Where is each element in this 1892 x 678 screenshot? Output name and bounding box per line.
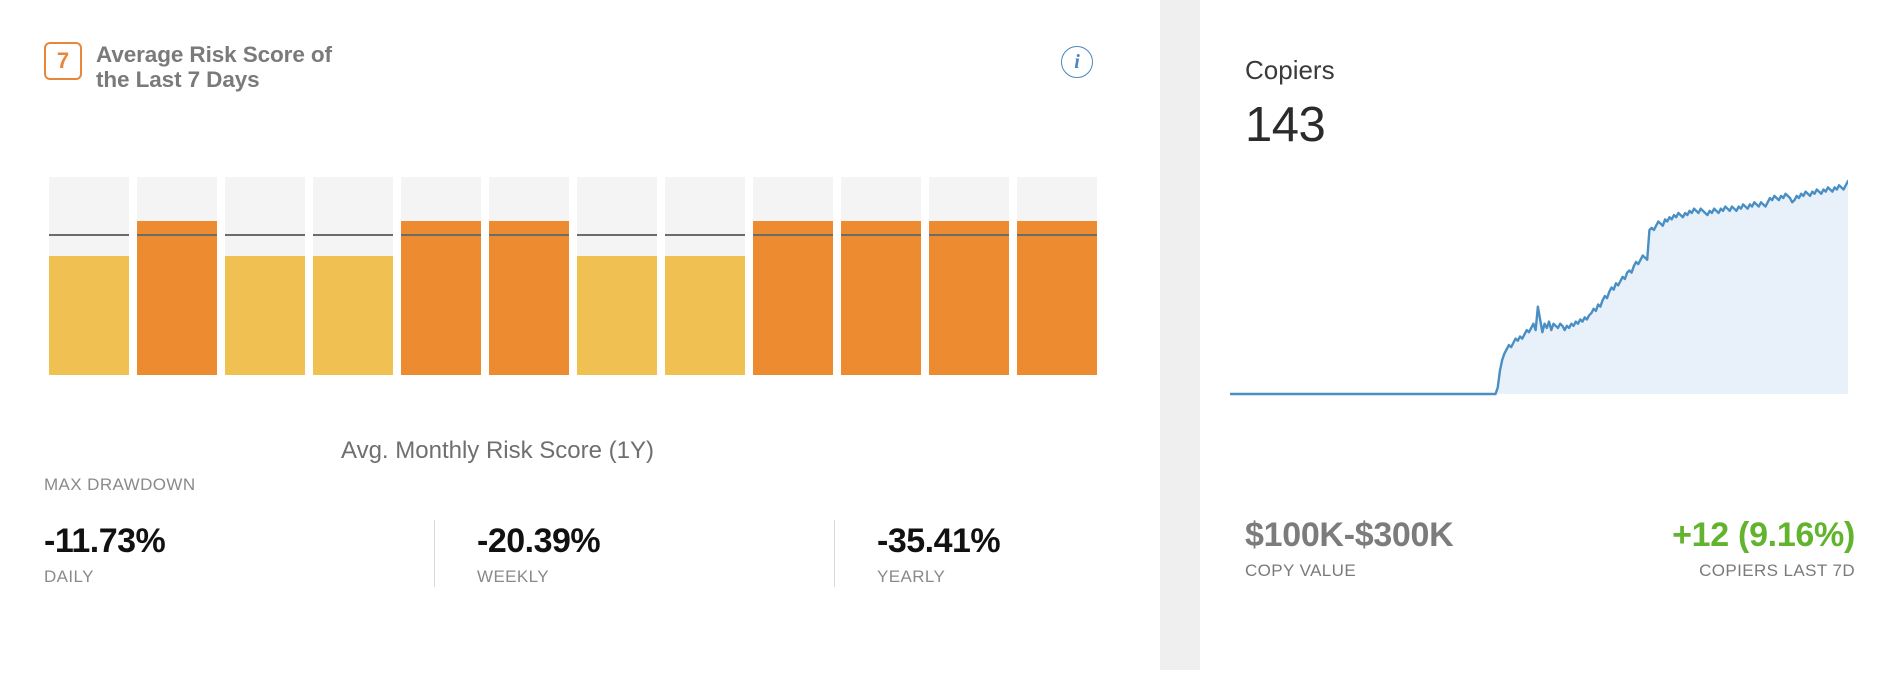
bar-threshold-line — [577, 234, 657, 237]
sparkline-svg — [1230, 179, 1848, 396]
bar-threshold-line — [137, 234, 217, 237]
chart-caption: Avg. Monthly Risk Score (1Y) — [341, 437, 654, 464]
dashboard-root: 7 Average Risk Score of the Last 7 Days … — [0, 0, 1892, 678]
stat-copiers-last-7d: +12 (9.16%) COPIERS LAST 7D — [1672, 515, 1855, 581]
stat-value: $100K-$300K — [1245, 516, 1454, 554]
stat-label: COPIERS LAST 7D — [1699, 560, 1855, 580]
stat-value: +12 (9.16%) — [1672, 516, 1855, 554]
stat-label: COPY VALUE — [1245, 560, 1357, 580]
bar-fill — [841, 220, 921, 375]
bar-column — [313, 177, 393, 375]
copiers-stats-row: $100K-$300K COPY VALUE +12 (9.16%) COPIE… — [1245, 515, 1855, 581]
copiers-count: 143 — [1245, 98, 1326, 152]
bar-threshold-line — [841, 234, 921, 237]
bar-fill — [225, 256, 305, 375]
bar-threshold-line — [225, 234, 305, 237]
page-title: Average Risk Score of the Last 7 Days — [96, 42, 332, 93]
bar-threshold-line — [401, 234, 481, 237]
bar-fill — [313, 256, 393, 375]
bar-fill — [401, 220, 481, 375]
bar-fill — [577, 256, 657, 375]
bar-column — [929, 177, 1009, 375]
bar-fill — [665, 256, 745, 375]
info-icon[interactable]: i — [1061, 46, 1093, 78]
bar-threshold-line — [753, 234, 833, 237]
risk-score-header: 7 Average Risk Score of the Last 7 Days — [44, 42, 341, 92]
stat-copy-value: $100K-$300K COPY VALUE — [1245, 515, 1454, 581]
bar-fill — [1017, 220, 1097, 375]
bar-column — [137, 177, 217, 375]
stat-weekly: -20.39% WEEKLY — [434, 520, 834, 587]
bar-column — [225, 177, 305, 375]
copiers-title: Copiers — [1245, 55, 1335, 85]
bar-fill — [929, 220, 1009, 375]
risk-score-bar-chart — [49, 177, 1097, 375]
bar-column — [841, 177, 921, 375]
bar-column — [489, 177, 569, 375]
bar-fill — [49, 256, 129, 375]
bar-column — [401, 177, 481, 375]
panel-divider — [1160, 0, 1200, 670]
risk-score-badge: 7 — [44, 42, 82, 80]
bar-fill — [753, 220, 833, 375]
bar-fill — [489, 220, 569, 375]
stat-value: -20.39% — [477, 522, 601, 560]
max-drawdown-label: MAX DRAWDOWN — [44, 475, 196, 494]
copiers-panel: Copiers 143 i $100K-$300K COPY VALUE +12… — [1200, 0, 1892, 678]
drawdown-stats-row: -11.73% DAILY -20.39% WEEKLY -35.41% YEA… — [44, 520, 1054, 587]
bar-column — [577, 177, 657, 375]
bar-threshold-line — [489, 234, 569, 237]
sparkline-area — [1230, 181, 1848, 394]
bar-fill — [137, 220, 217, 375]
bar-column — [753, 177, 833, 375]
bar-column — [1017, 177, 1097, 375]
stat-value: -11.73% — [44, 522, 166, 560]
bar-column — [49, 177, 129, 375]
bar-threshold-line — [665, 234, 745, 237]
stat-label: WEEKLY — [477, 566, 549, 586]
bar-threshold-line — [929, 234, 1009, 237]
bar-threshold-line — [49, 234, 129, 237]
bar-threshold-line — [1017, 234, 1097, 237]
copiers-sparkline — [1230, 175, 1848, 400]
bar-column — [665, 177, 745, 375]
risk-score-panel: 7 Average Risk Score of the Last 7 Days … — [0, 0, 1155, 678]
stat-daily: -11.73% DAILY — [44, 520, 434, 587]
bar-threshold-line — [313, 234, 393, 237]
stat-label: DAILY — [44, 566, 94, 586]
